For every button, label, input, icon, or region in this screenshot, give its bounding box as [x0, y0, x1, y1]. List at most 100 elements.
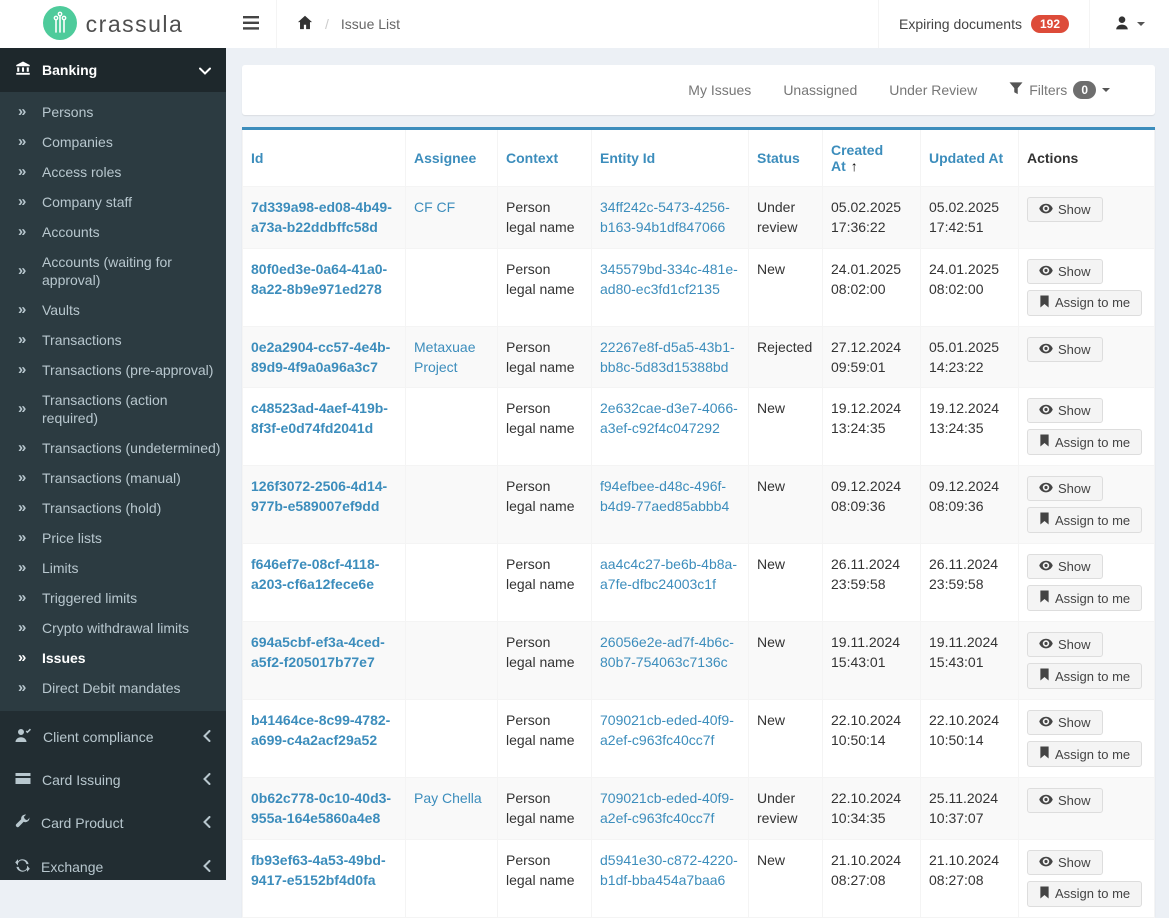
user-menu[interactable]	[1089, 0, 1169, 48]
sidebar-section-exchange[interactable]: Exchange	[0, 845, 226, 880]
sidebar-item-transactions-manual[interactable]: » Transactions (manual)	[0, 463, 226, 493]
sidebar-section-client-compliance[interactable]: Client compliance	[0, 715, 226, 759]
issue-id-link[interactable]: 7d339a98-ed08-4b49-a73a-b22ddbffc58d	[251, 199, 392, 235]
issue-id-link[interactable]: c48523ad-4aef-419b-8f3f-e0d74fd2041d	[251, 400, 388, 436]
sidebar-section-card-issuing[interactable]: Card Issuing	[0, 759, 226, 801]
filters-dropdown-toggle[interactable]: Filters 0	[1009, 81, 1110, 99]
assign-to-me-button[interactable]: Assign to me	[1027, 290, 1142, 316]
sidebar-item-companies[interactable]: » Companies	[0, 127, 226, 157]
issue-id-link[interactable]: b41464ce-8c99-4782-a699-c4a2acf29a52	[251, 712, 390, 748]
issue-id-link[interactable]: fb93ef63-4a53-49bd-9417-e5152bf4d0fa	[251, 852, 386, 888]
assign-to-me-button[interactable]: Assign to me	[1027, 507, 1142, 533]
issue-entity-id-link[interactable]: 709021cb-eded-40f9-a2ef-c963fc40cc7f	[600, 712, 734, 748]
banking-submenu: » Persons » Companies » Access roles » C…	[0, 92, 226, 711]
issue-entity-id-link[interactable]: aa4c4c27-be6b-4b8a-a7fe-dfbc24003c1f	[600, 556, 737, 592]
show-button-label: Show	[1058, 202, 1091, 217]
sidebar-item-transactions[interactable]: » Transactions	[0, 325, 226, 355]
sidebar-item-direct-debit-mandates[interactable]: » Direct Debit mandates	[0, 673, 226, 703]
expiring-documents-link[interactable]: Expiring documents 192	[878, 0, 1089, 48]
issue-updated-at-cell: 22.10.2024 10:50:14	[921, 700, 1019, 778]
issue-assignee-link[interactable]: Metaxuae Project	[414, 339, 475, 375]
issue-id-link[interactable]: f646ef7e-08cf-4118-a203-cf6a12fece6e	[251, 556, 379, 592]
issue-entity-id-link[interactable]: d5941e30-c872-4220-b1df-bba454a7baa6	[600, 852, 738, 888]
issue-actions-cell: Show Assign to me	[1019, 622, 1155, 700]
assign-to-me-button[interactable]: Assign to me	[1027, 741, 1142, 767]
assign-to-me-button[interactable]: Assign to me	[1027, 429, 1142, 455]
column-header-id[interactable]: Id	[243, 130, 406, 187]
sidebar-item-transactions-undetermined[interactable]: » Transactions (undetermined)	[0, 433, 226, 463]
sidebar-item-label: Triggered limits	[42, 589, 137, 607]
column-header-assignee[interactable]: Assignee	[406, 130, 498, 187]
show-button[interactable]: Show	[1027, 259, 1103, 284]
column-header-status[interactable]: Status	[749, 130, 823, 187]
issue-entity-id-link[interactable]: 22267e8f-d5a5-43b1-bb8c-5d83d15388bd	[600, 339, 735, 375]
issue-entity-id-link[interactable]: 34ff242c-5473-4256-b163-94b1df847066	[600, 199, 730, 235]
double-chevron-right-icon: »	[18, 469, 33, 487]
sidebar-item-issues[interactable]: » Issues	[0, 643, 226, 673]
tab-under-review[interactable]: Under Review	[889, 82, 977, 98]
issue-entity-id-link[interactable]: f94efbee-d48c-496f-b4d9-77aed85abbb4	[600, 478, 729, 514]
issue-id-cell: f646ef7e-08cf-4118-a203-cf6a12fece6e	[243, 544, 406, 622]
issue-id-link[interactable]: 694a5cbf-ef3a-4ced-a5f2-f205017b77e7	[251, 634, 385, 670]
assign-to-me-button[interactable]: Assign to me	[1027, 585, 1142, 611]
show-button[interactable]: Show	[1027, 788, 1103, 813]
issue-id-link[interactable]: 80f0ed3e-0a64-41a0-8a22-8b9e971ed278	[251, 261, 387, 297]
sidebar-item-persons[interactable]: » Persons	[0, 97, 226, 127]
sidebar-section-card-product[interactable]: Card Product	[0, 801, 226, 845]
column-header-context[interactable]: Context	[498, 130, 592, 187]
bookmark-icon	[1039, 295, 1050, 311]
double-chevron-right-icon: »	[18, 103, 33, 121]
sidebar-item-accounts-waiting-for-approval[interactable]: » Accounts (waiting for approval)	[0, 247, 226, 295]
issue-entity-id-link[interactable]: 709021cb-eded-40f9-a2ef-c963fc40cc7f	[600, 790, 734, 826]
sidebar-item-company-staff[interactable]: » Company staff	[0, 187, 226, 217]
sidebar-item-price-lists[interactable]: » Price lists	[0, 523, 226, 553]
brand-logo[interactable]: crassula	[0, 0, 226, 48]
show-button[interactable]: Show	[1027, 850, 1103, 875]
sidebar-item-transactions-action-required[interactable]: » Transactions (action required)	[0, 385, 226, 433]
show-button[interactable]: Show	[1027, 197, 1103, 222]
column-header-entity-id[interactable]: Entity Id	[592, 130, 749, 187]
tab-my-issues[interactable]: My Issues	[688, 82, 751, 98]
issue-assignee-cell	[406, 248, 498, 326]
show-button[interactable]: Show	[1027, 476, 1103, 501]
sidebar-item-crypto-withdrawal-limits[interactable]: » Crypto withdrawal limits	[0, 613, 226, 643]
show-button[interactable]: Show	[1027, 710, 1103, 735]
issue-assignee-link[interactable]: Pay Chella	[414, 790, 482, 806]
issue-entity-id-link[interactable]: 2e632cae-d3e7-4066-a3ef-c92f4c047292	[600, 400, 738, 436]
show-button[interactable]: Show	[1027, 554, 1103, 579]
sidebar-item-transactions-pre-approval[interactable]: » Transactions (pre-approval)	[0, 355, 226, 385]
sidebar-item-limits[interactable]: » Limits	[0, 553, 226, 583]
issues-table-body: 7d339a98-ed08-4b49-a73a-b22ddbffc58d CF …	[243, 187, 1155, 918]
sidebar-section-label: Card Issuing	[42, 772, 121, 788]
filters-count-badge: 0	[1073, 81, 1096, 99]
issue-entity-id-link[interactable]: 26056e2e-ad7f-4b6c-80b7-754063c7136c	[600, 634, 734, 670]
issue-entity-id-cell: 26056e2e-ad7f-4b6c-80b7-754063c7136c	[592, 622, 749, 700]
issues-table: Id Assignee Context Entity Id Status Cre…	[242, 130, 1155, 918]
issue-assignee-link[interactable]: CF CF	[414, 199, 455, 215]
issue-entity-id-link[interactable]: 345579bd-334c-481e-ad80-ec3fd1cf2135	[600, 261, 738, 297]
show-button[interactable]: Show	[1027, 398, 1103, 423]
home-icon[interactable]	[297, 15, 313, 33]
sidebar-item-label: Access roles	[42, 163, 121, 181]
issue-id-link[interactable]: 126f3072-2506-4d14-977b-e589007ef9dd	[251, 478, 387, 514]
sidebar-item-triggered-limits[interactable]: » Triggered limits	[0, 583, 226, 613]
show-button[interactable]: Show	[1027, 632, 1103, 657]
issue-id-link[interactable]: 0b62c778-0c10-40d3-955a-164e5860a4e8	[251, 790, 391, 826]
issue-id-link[interactable]: 0e2a2904-cc57-4e4b-89d9-4f9a0a96a3c7	[251, 339, 390, 375]
filter-funnel-icon	[1009, 82, 1023, 98]
sidebar-item-label: Crypto withdrawal limits	[42, 619, 189, 637]
sidebar-item-transactions-hold[interactable]: » Transactions (hold)	[0, 493, 226, 523]
column-header-created-at[interactable]: Created At↑	[823, 130, 921, 187]
tab-unassigned[interactable]: Unassigned	[783, 82, 857, 98]
sidebar-item-accounts[interactable]: » Accounts	[0, 217, 226, 247]
assign-to-me-button[interactable]: Assign to me	[1027, 881, 1142, 907]
sidebar-toggle-button[interactable]	[226, 0, 277, 48]
sidebar-item-access-roles[interactable]: » Access roles	[0, 157, 226, 187]
column-header-updated-at[interactable]: Updated At	[921, 130, 1019, 187]
show-button-label: Show	[1058, 481, 1091, 496]
double-chevron-right-icon: »	[18, 529, 33, 547]
assign-to-me-button[interactable]: Assign to me	[1027, 663, 1142, 689]
show-button[interactable]: Show	[1027, 337, 1103, 362]
sidebar-section-banking[interactable]: Banking	[0, 48, 226, 92]
sidebar-item-vaults[interactable]: » Vaults	[0, 295, 226, 325]
